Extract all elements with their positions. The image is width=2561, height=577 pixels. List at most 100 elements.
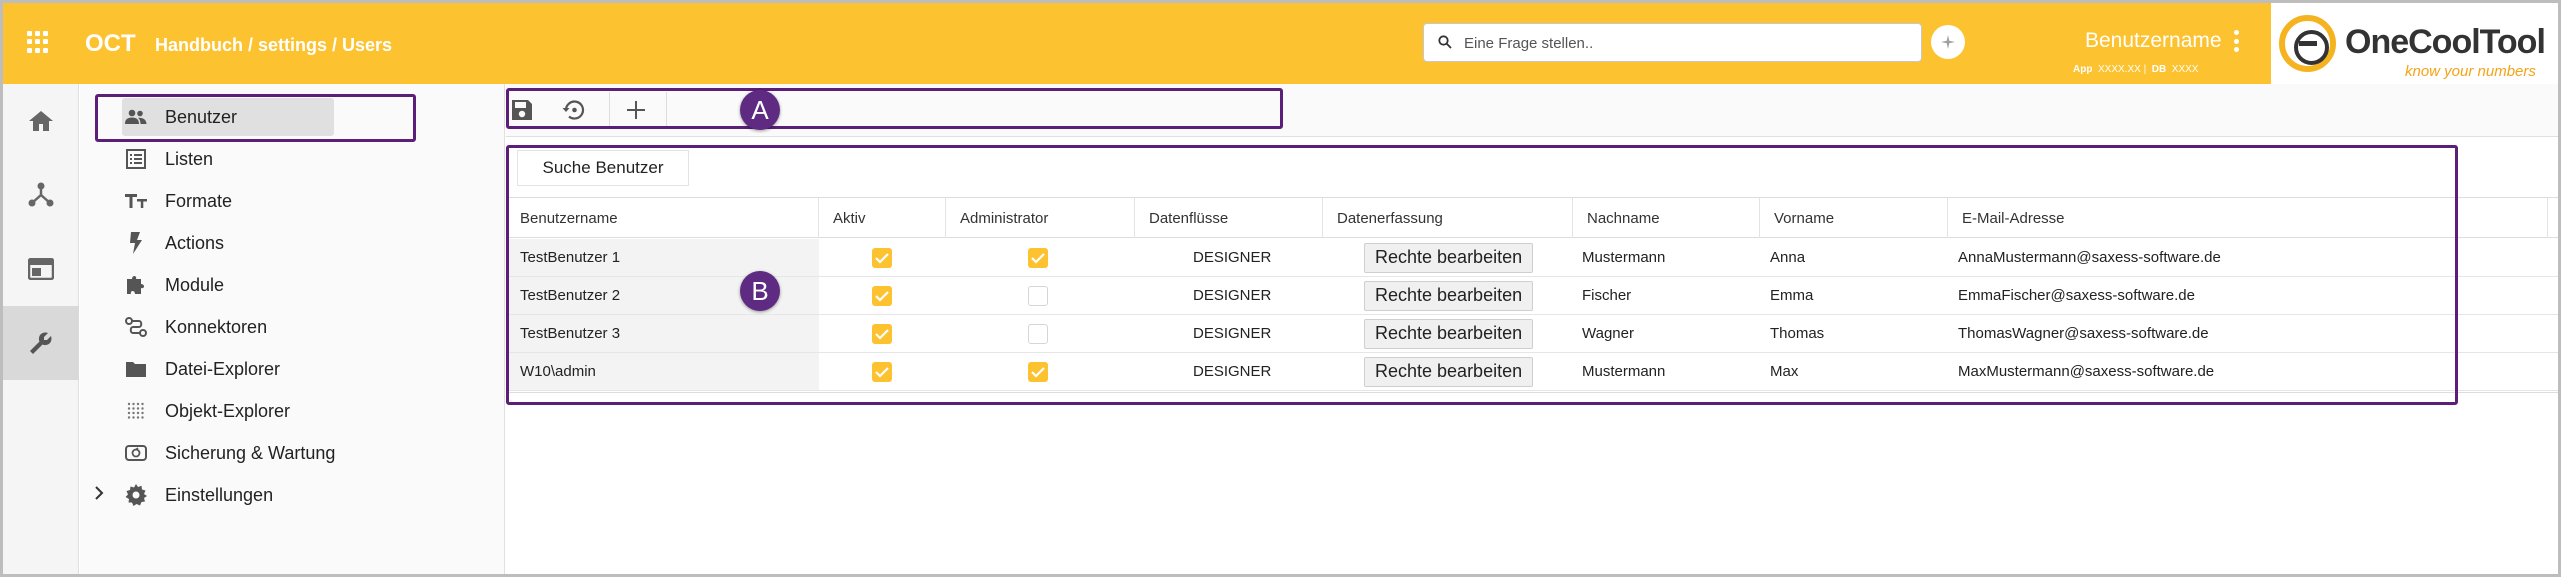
dataflow-role: DESIGNER <box>1193 325 1272 342</box>
active-checkbox[interactable] <box>872 315 892 352</box>
nav-item-module[interactable]: Module <box>122 266 422 304</box>
lastname-cell[interactable]: Mustermann <box>1582 239 1665 276</box>
search-input[interactable] <box>1464 31 1904 55</box>
nav-item-benutzer[interactable]: Benutzer <box>122 98 334 136</box>
nav-item-konnektoren[interactable]: Konnektoren <box>122 308 422 346</box>
table-row[interactable]: W10\admin DESIGNER Rechte bearbeiten Mus… <box>506 353 2558 391</box>
left-rail <box>3 84 79 574</box>
version-info: App XXXX.XX | DB XXXX <box>2073 64 2199 75</box>
active-checkbox[interactable] <box>872 353 892 390</box>
column-header-data-entry[interactable]: Datenerfassung <box>1323 198 1573 238</box>
table-row[interactable]: TestBenutzer 3 DESIGNER Rechte bearbeite… <box>506 315 2558 353</box>
username-cell[interactable]: TestBenutzer 1 <box>506 239 819 276</box>
firstname-cell[interactable]: Max <box>1770 353 1798 390</box>
nav-label: Actions <box>165 232 225 253</box>
edit-rights-button[interactable]: Rechte bearbeiten <box>1364 318 1534 349</box>
nav-item-listen[interactable]: Listen <box>122 140 422 178</box>
breadcrumb[interactable]: Handbuch / settings / Users <box>155 35 392 56</box>
table-row[interactable]: TestBenutzer 1 DESIGNER Rechte bearbeite… <box>506 239 2558 277</box>
object-grid-icon <box>122 399 150 423</box>
rail-settings[interactable] <box>3 306 79 380</box>
column-header-admin[interactable]: Administrator <box>946 198 1135 238</box>
dashboard-icon <box>28 258 54 280</box>
edit-rights-button[interactable]: Rechte bearbeiten <box>1364 356 1534 387</box>
backup-icon <box>122 441 150 465</box>
column-header-active[interactable]: Aktiv <box>819 198 946 238</box>
folder-icon <box>122 357 150 381</box>
column-header-firstname[interactable]: Vorname <box>1760 198 1948 238</box>
nav-label: Benutzer <box>165 106 238 127</box>
nav-item-datei-explorer[interactable]: Datei-Explorer <box>122 350 422 388</box>
column-header-email[interactable]: E-Mail-Adresse <box>1948 198 2548 238</box>
nav-label: Datei-Explorer <box>165 358 281 379</box>
admin-checkbox[interactable] <box>1028 239 1048 276</box>
save-button[interactable] <box>506 94 538 126</box>
admin-checkbox[interactable] <box>1028 315 1048 352</box>
lastname-cell[interactable]: Mustermann <box>1582 353 1665 390</box>
nav-label: Listen <box>165 148 214 169</box>
edit-rights-button[interactable]: Rechte bearbeiten <box>1364 280 1534 311</box>
rail-network[interactable] <box>3 158 79 232</box>
rail-home[interactable] <box>3 84 79 158</box>
nav-label: Konnektoren <box>165 316 268 337</box>
top-bar: OCT Handbuch / settings / Users Benutzer… <box>3 3 2558 84</box>
user-name[interactable]: Benutzername <box>2085 29 2222 53</box>
chevron-right-icon[interactable] <box>94 486 104 505</box>
column-header-dataflows[interactable]: Datenflüsse <box>1135 198 1323 238</box>
db-label: DB <box>2151 64 2167 75</box>
rail-dashboard[interactable] <box>3 232 79 306</box>
admin-checkbox[interactable] <box>1028 277 1048 314</box>
question-search-box[interactable] <box>1423 23 1922 62</box>
logo-text: OneCoolTool <box>2345 23 2546 61</box>
users-icon <box>122 105 150 129</box>
more-vert-icon[interactable] <box>2234 30 2240 52</box>
home-icon <box>29 111 53 131</box>
app-label: App <box>2073 64 2093 75</box>
lastname-cell[interactable]: Wagner <box>1582 315 1634 352</box>
nav-item-actions[interactable]: Actions <box>122 224 422 262</box>
lastname-cell[interactable]: Fischer <box>1582 277 1631 314</box>
firstname-cell[interactable]: Thomas <box>1770 315 1824 352</box>
rights-cell: Rechte bearbeiten <box>1364 239 1534 276</box>
column-header-lastname[interactable]: Nachname <box>1573 198 1760 238</box>
email-cell[interactable]: ThomasWagner@saxess-software.de <box>1958 315 2209 352</box>
logo-mark-icon <box>2279 15 2336 72</box>
app-launcher-icon[interactable] <box>27 31 49 53</box>
ai-sparkle-icon[interactable] <box>1931 25 1965 59</box>
plus-icon <box>627 101 645 119</box>
table-row[interactable]: TestBenutzer 2 DESIGNER Rechte bearbeite… <box>506 277 2558 315</box>
add-user-button[interactable] <box>620 94 652 126</box>
reset-button[interactable] <box>558 94 590 126</box>
column-header-username[interactable]: Benutzername <box>506 198 819 238</box>
app-window: OCT Handbuch / settings / Users Benutzer… <box>0 0 2561 577</box>
username-cell[interactable]: W10\admin <box>506 353 819 390</box>
callout-badge-b: B <box>740 271 780 311</box>
nav-item-sicherung[interactable]: Sicherung & Wartung <box>122 434 422 472</box>
username-cell[interactable]: TestBenutzer 3 <box>506 315 819 352</box>
history-icon <box>562 100 585 120</box>
search-icon <box>1438 35 1452 49</box>
active-checkbox[interactable] <box>872 239 892 276</box>
nav-item-formate[interactable]: Formate <box>122 182 422 220</box>
db-version: XXXX <box>2171 64 2199 75</box>
settings-nav: Benutzer Listen Formate Actions Module K… <box>80 84 505 574</box>
logo: OneCoolTool know your numbers <box>2271 3 2558 84</box>
firstname-cell[interactable]: Emma <box>1770 277 1813 314</box>
email-cell[interactable]: MaxMustermann@saxess-software.de <box>1958 353 2214 390</box>
firstname-cell[interactable]: Anna <box>1770 239 1805 276</box>
email-cell[interactable]: EmmaFischer@saxess-software.de <box>1958 277 2195 314</box>
connector-icon <box>122 315 150 339</box>
bolt-icon <box>122 231 150 255</box>
admin-checkbox[interactable] <box>1028 353 1048 390</box>
search-users-tab[interactable]: Suche Benutzer <box>517 150 689 186</box>
network-icon <box>28 182 54 207</box>
email-cell[interactable]: AnnaMustermann@saxess-software.de <box>1958 239 2221 276</box>
edit-rights-button[interactable]: Rechte bearbeiten <box>1364 242 1534 273</box>
dataflow-role: DESIGNER <box>1193 287 1272 304</box>
nav-item-einstellungen[interactable]: Einstellungen <box>122 476 422 514</box>
active-checkbox[interactable] <box>872 277 892 314</box>
dataflow-role: DESIGNER <box>1193 363 1272 380</box>
nav-item-objekt-explorer[interactable]: Objekt-Explorer <box>122 392 422 430</box>
rights-cell: Rechte bearbeiten <box>1364 315 1534 352</box>
logo-tagline: know your numbers <box>2405 63 2536 80</box>
